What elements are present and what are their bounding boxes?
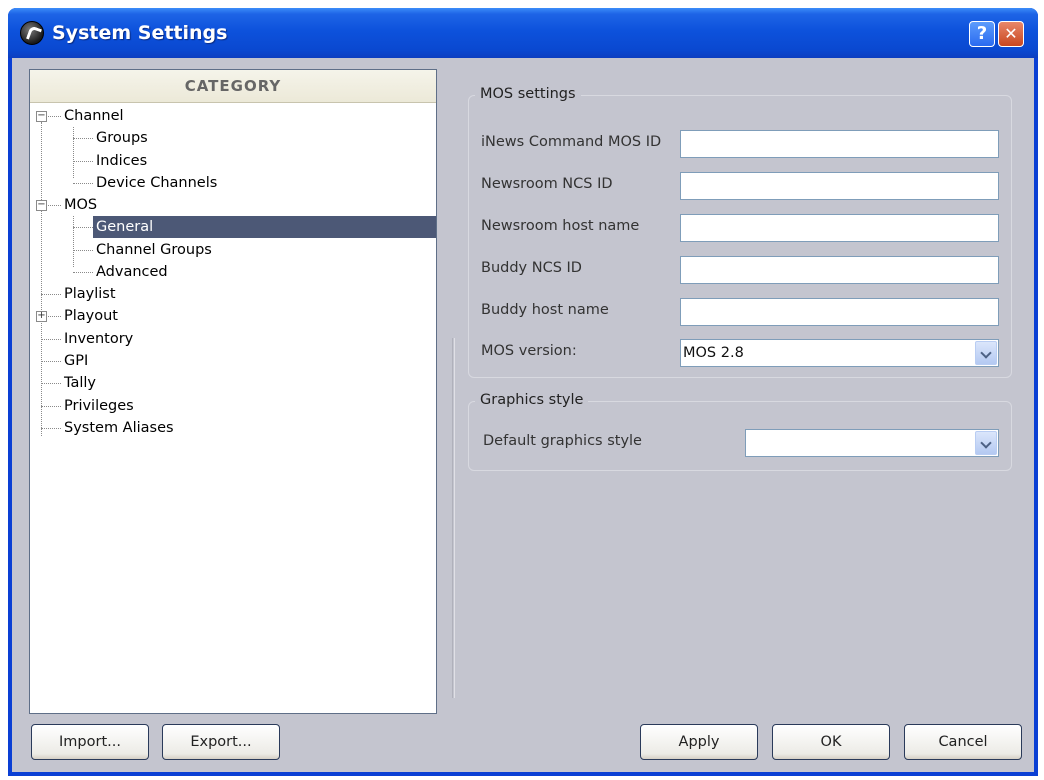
tree-branch [41,383,61,384]
cancel-button[interactable]: Cancel [904,724,1022,760]
collapse-channel-icon[interactable]: − [36,111,47,122]
category-header: CATEGORY [30,70,436,103]
app-logo-icon [20,21,44,45]
tree-item-device-channels[interactable]: Device Channels [96,172,217,194]
tree-connector-mos [73,216,74,267]
tree-branch [73,183,93,184]
tree-branch [73,272,93,273]
tree-connector-channel [73,127,74,178]
category-tree[interactable]: CATEGORY − − + Channel Groups Indices De… [29,69,437,714]
tree-branch [73,161,93,162]
apply-button[interactable]: Apply [640,724,758,760]
title-bar[interactable]: System Settings ? ✕ [8,8,1038,58]
tree-item-tally[interactable]: Tally [64,372,96,394]
inews-command-mos-id-input[interactable] [680,130,999,158]
tree-item-channel-groups[interactable]: Channel Groups [96,239,212,261]
system-settings-window: System Settings ? ✕ CATEGORY − − + Chann… [8,8,1038,776]
tree-item-system-aliases[interactable]: System Aliases [64,417,174,439]
panel-splitter[interactable] [452,338,455,698]
expand-playout-icon[interactable]: + [36,311,47,322]
collapse-mos-icon[interactable]: − [36,200,47,211]
tree-branch [41,428,61,429]
tree-item-groups[interactable]: Groups [96,127,148,149]
tree-item-mos[interactable]: MOS [64,194,97,216]
newsroom-ncs-id-label: Newsroom NCS ID [481,176,613,192]
mos-version-value: MOS 2.8 [683,345,744,361]
mos-version-label: MOS version: [481,343,577,359]
buddy-host-name-label: Buddy host name [481,302,609,318]
tree-item-privileges[interactable]: Privileges [64,395,134,417]
ok-button[interactable]: OK [772,724,890,760]
tree-item-playlist[interactable]: Playlist [64,283,116,305]
tree-branch [73,250,93,251]
newsroom-ncs-id-input[interactable] [680,172,999,200]
tree-branch [41,406,61,407]
tree-item-general[interactable]: General [93,216,436,238]
tree-branch [41,294,61,295]
tree-item-channel[interactable]: Channel [64,105,124,127]
buddy-ncs-id-label: Buddy NCS ID [481,260,582,276]
mos-settings-legend: MOS settings [475,86,581,102]
inews-command-mos-id-label: iNews Command MOS ID [481,134,662,150]
tree-branch [73,138,93,139]
tree-item-advanced[interactable]: Advanced [96,261,168,283]
tree-branch [73,227,93,228]
tree-item-indices[interactable]: Indices [96,150,147,172]
close-button[interactable]: ✕ [998,21,1024,47]
default-graphics-style-label: Default graphics style [483,433,642,449]
tree-branch [41,361,61,362]
tree-connector-root [41,122,42,436]
tree-item-inventory[interactable]: Inventory [64,328,133,350]
import-button[interactable]: Import... [31,724,149,760]
dialog-body: CATEGORY − − + Channel Groups Indices De… [12,58,1034,772]
graphics-style-legend: Graphics style [475,392,589,408]
export-button[interactable]: Export... [162,724,280,760]
mos-version-select[interactable]: MOS 2.8 [680,339,999,367]
default-graphics-style-select[interactable] [745,429,999,457]
chevron-down-icon[interactable] [975,431,997,455]
tree-item-playout[interactable]: Playout [64,305,118,327]
newsroom-host-name-label: Newsroom host name [481,218,640,234]
tree-item-gpi[interactable]: GPI [64,350,88,372]
newsroom-host-name-input[interactable] [680,214,999,242]
buddy-ncs-id-input[interactable] [680,256,999,284]
tree-branch [41,339,61,340]
window-title: System Settings [52,22,228,44]
help-button[interactable]: ? [969,21,995,47]
buddy-host-name-input[interactable] [680,298,999,326]
chevron-down-icon[interactable] [975,341,997,365]
